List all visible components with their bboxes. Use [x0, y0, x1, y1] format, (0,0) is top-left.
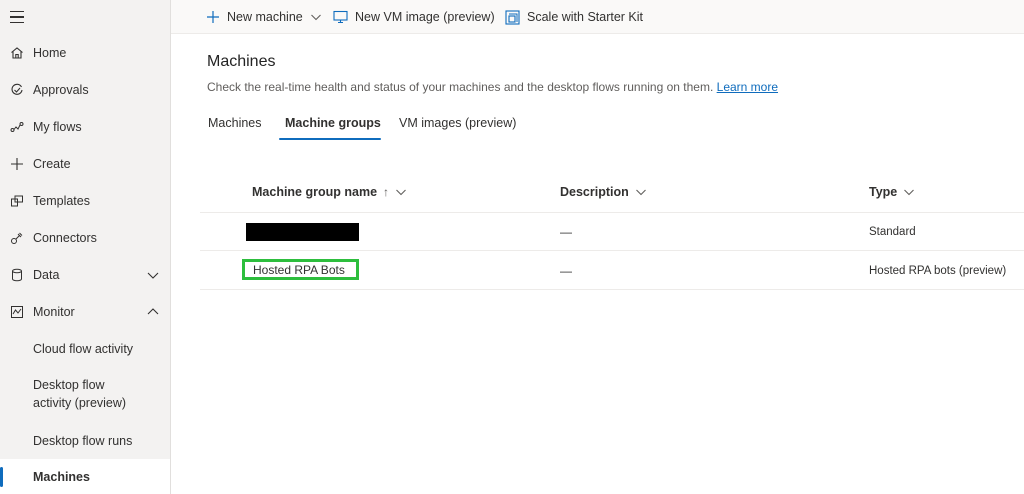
scale-starter-kit-label: Scale with Starter Kit	[527, 10, 644, 24]
sidebar-item-label: Connectors	[33, 230, 97, 245]
column-header-machine-group-name[interactable]: Machine group name ↑	[252, 185, 407, 199]
monitor-icon	[333, 10, 348, 24]
scale-icon	[505, 9, 520, 25]
active-indicator	[0, 467, 3, 487]
tab-machines[interactable]: Machines	[208, 116, 262, 140]
column-header-label: Type	[869, 185, 898, 199]
sidebar-item-label: Data	[33, 267, 60, 282]
sidebar-item-my-flows[interactable]: My flows	[0, 108, 170, 145]
sidebar-item-create[interactable]: Create	[0, 145, 170, 182]
chevron-up-icon[interactable]	[146, 305, 160, 319]
sidebar-item-label: Monitor	[33, 304, 75, 319]
chevron-down-icon[interactable]	[310, 11, 322, 23]
sidebar-item-templates[interactable]: Templates	[0, 182, 170, 219]
table-cell-type: Standard	[869, 226, 916, 238]
sidebar-item-monitor[interactable]: Monitor	[0, 293, 170, 330]
table-divider	[200, 289, 1024, 290]
sidebar-item-data[interactable]: Data	[0, 256, 170, 293]
sidebar-item-label: Cloud flow activity	[33, 341, 134, 356]
chevron-down-icon[interactable]	[395, 186, 407, 198]
learn-more-link[interactable]: Learn more	[717, 80, 778, 94]
database-icon	[12, 268, 22, 281]
scale-starter-kit-button[interactable]: Scale with Starter Kit	[505, 0, 643, 34]
sidebar-item-desktop-flow-runs[interactable]: Desktop flow runs	[0, 422, 170, 459]
table-divider	[200, 212, 1024, 213]
new-vm-image-label: New VM image (preview)	[355, 10, 495, 24]
column-header-label: Description	[560, 185, 629, 199]
page-description: Check the real-time health and status of…	[207, 80, 778, 94]
sidebar-item-label-line2: activity (preview)	[33, 396, 127, 410]
templates-icon	[11, 195, 23, 206]
tab-vm-images[interactable]: VM images (preview)	[399, 116, 516, 140]
column-header-label: Machine group name	[252, 185, 378, 199]
table-divider	[200, 250, 1024, 251]
monitor-icon	[11, 305, 23, 318]
table-cell-description: —	[560, 225, 572, 239]
tab-machine-groups[interactable]: Machine groups	[285, 116, 381, 140]
plus-icon	[207, 11, 219, 23]
sidebar-item-connectors[interactable]: Connectors	[0, 219, 170, 256]
command-bar: New machine New VM image (preview) Scale…	[171, 0, 1024, 34]
approvals-icon	[11, 83, 23, 95]
redacted-name[interactable]	[246, 223, 359, 241]
chevron-down-icon[interactable]	[146, 268, 160, 282]
sidebar-item-approvals[interactable]: Approvals	[0, 71, 170, 108]
column-header-description[interactable]: Description	[560, 185, 647, 199]
sidebar-item-label: Home	[33, 45, 67, 60]
sidebar-item-desktop-flow-activity[interactable]: Desktop flow activity (preview)	[0, 367, 170, 422]
table-cell-description: —	[560, 264, 572, 278]
sidebar-item-label-line1: Desktop flow	[33, 378, 105, 392]
sidebar-item-label: Create	[33, 156, 71, 171]
page-description-text: Check the real-time health and status of…	[207, 80, 714, 94]
new-vm-image-button[interactable]: New VM image (preview)	[333, 0, 495, 34]
column-header-type[interactable]: Type	[869, 185, 915, 199]
sidebar-item-label: Templates	[33, 193, 90, 208]
sidebar-item-label: Desktop flow activity (preview)	[33, 376, 126, 412]
connectors-icon	[11, 232, 23, 244]
page-title: Machines	[207, 53, 276, 70]
plus-icon	[11, 157, 23, 170]
sidebar-item-label: Approvals	[33, 82, 89, 97]
sidebar-item-label: Machines	[33, 469, 90, 484]
flows-icon	[10, 121, 24, 132]
machine-group-name-link[interactable]: Hosted RPA Bots	[253, 263, 345, 277]
new-machine-button[interactable]: New machine	[206, 0, 322, 34]
sidebar-item-label: My flows	[33, 119, 82, 134]
new-machine-label: New machine	[227, 10, 303, 24]
active-tab-indicator	[279, 138, 381, 140]
chevron-down-icon[interactable]	[635, 186, 647, 198]
sidebar-item-home[interactable]: Home	[0, 34, 170, 71]
sidebar-item-machines[interactable]: Machines	[0, 459, 170, 494]
hamburger-menu-icon[interactable]	[10, 11, 24, 23]
left-nav: Home Approvals My flows Create Templates…	[0, 0, 171, 494]
sidebar-item-label: Desktop flow runs	[33, 433, 133, 448]
sidebar-item-cloud-flow-activity[interactable]: Cloud flow activity	[0, 330, 170, 367]
sort-ascending-icon: ↑	[383, 185, 390, 199]
home-icon	[11, 46, 23, 59]
table-cell-type: Hosted RPA bots (preview)	[869, 265, 1007, 277]
chevron-down-icon[interactable]	[903, 186, 915, 198]
